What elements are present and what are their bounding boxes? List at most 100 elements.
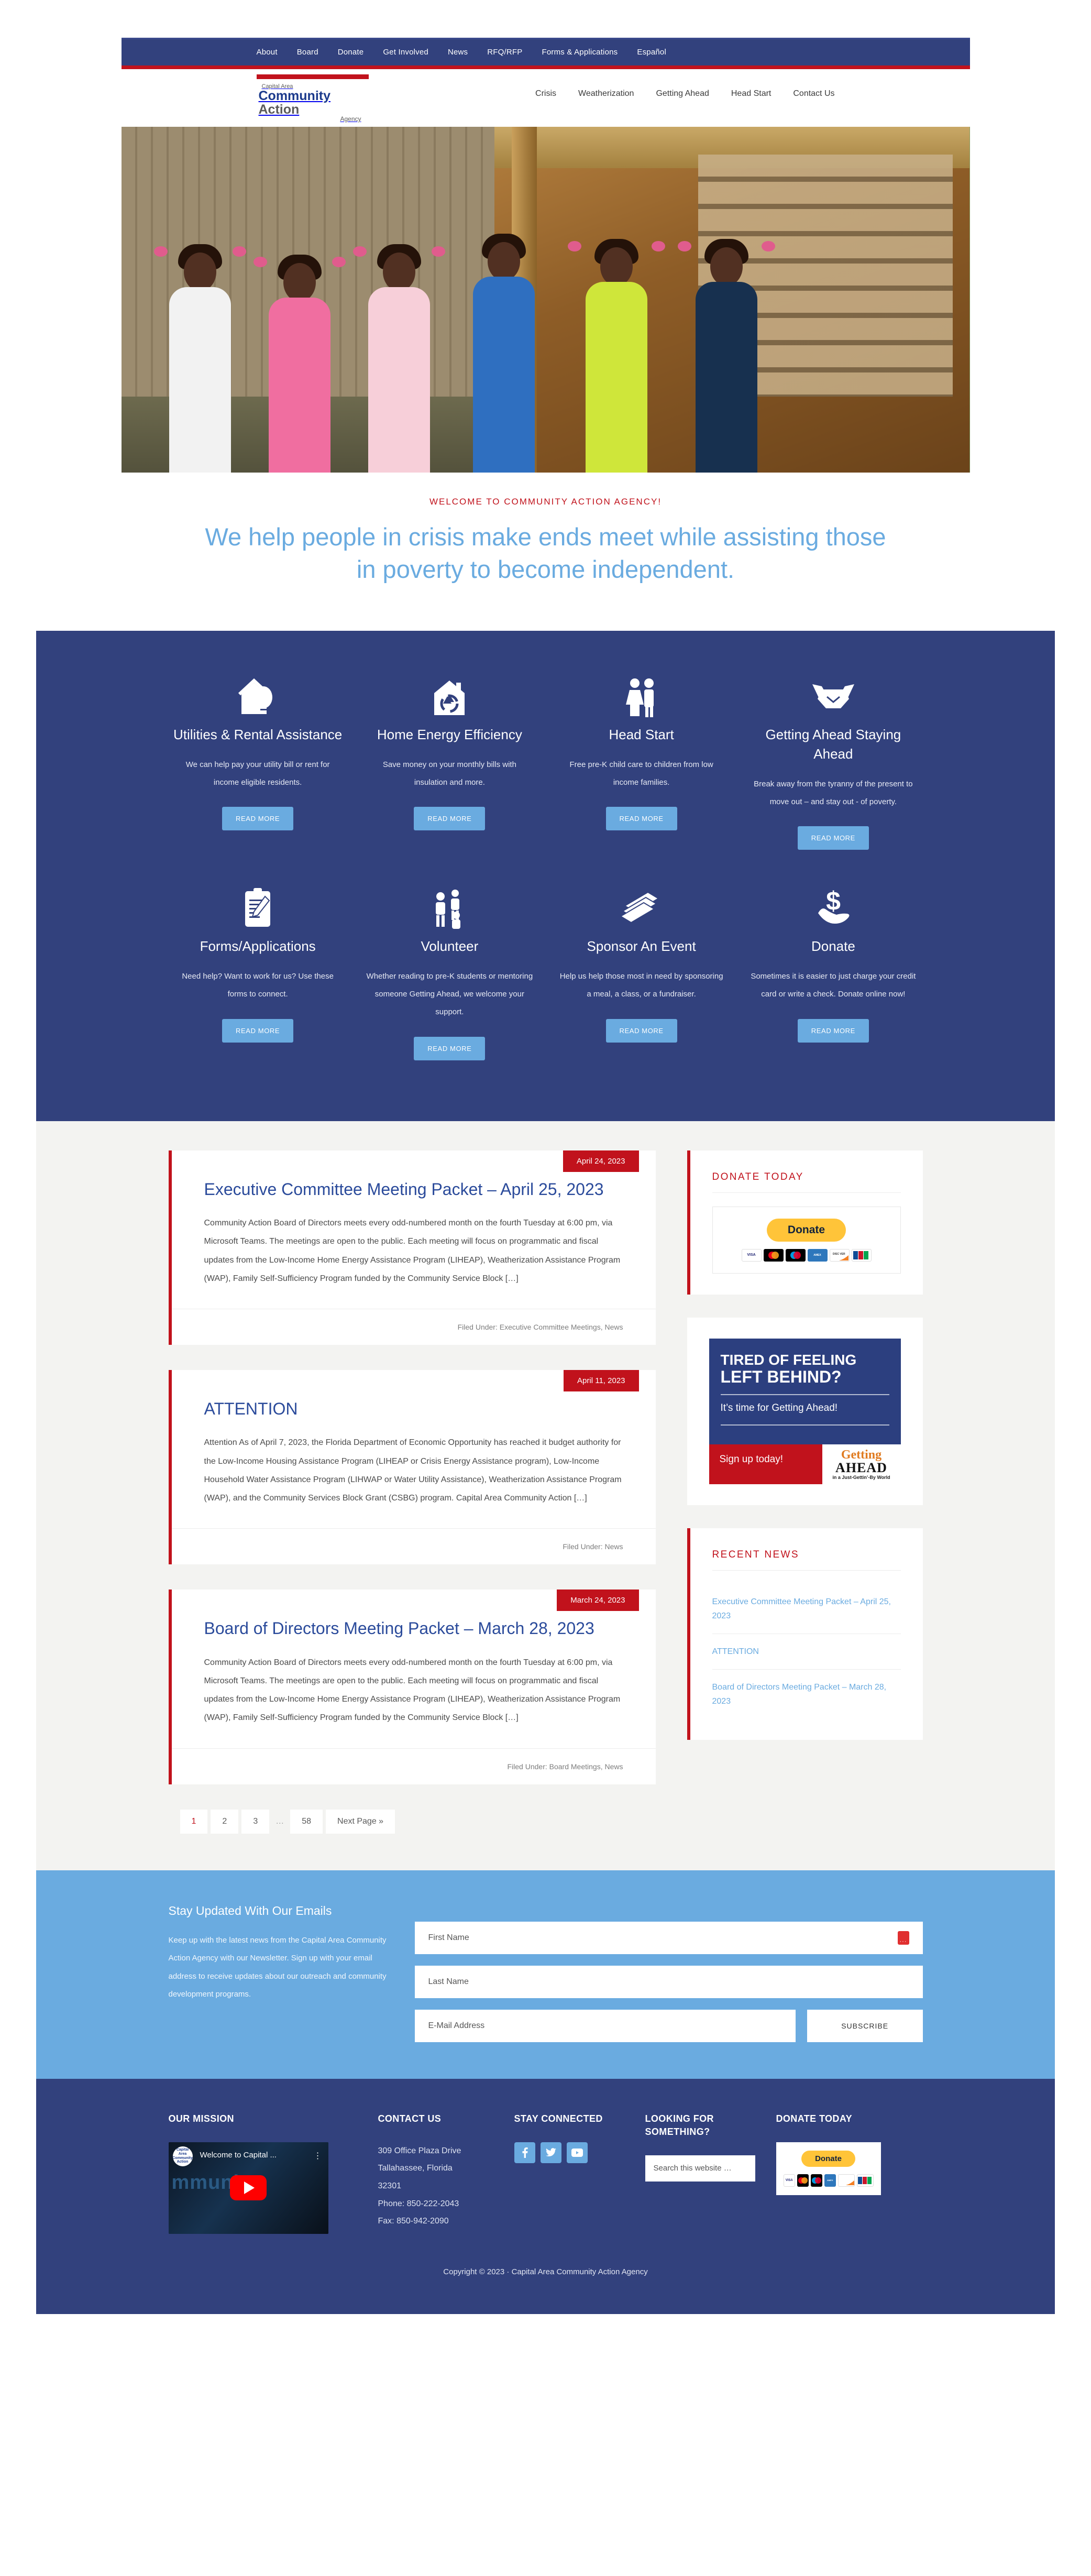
post-filed-under: Filed Under: News <box>171 1528 656 1564</box>
recent-news-link[interactable]: ATTENTION <box>712 1647 759 1656</box>
service-card-home-energy-efficiency[interactable]: Home Energy Efficiency Save money on you… <box>354 668 545 850</box>
service-read-more-button[interactable]: READ MORE <box>222 1018 294 1043</box>
mainnav-item-contact-us[interactable]: Contact Us <box>793 89 834 98</box>
topbar-link-about[interactable]: About <box>257 48 278 57</box>
widget-title-recent-news: RECENT NEWS <box>712 1549 901 1571</box>
contact-address-line-2: Tallahassee, Florida <box>378 2164 453 2173</box>
posts-list: April 24, 2023 Executive Committee Meeti… <box>168 1150 656 1834</box>
service-card-utilities-rental-assistance[interactable]: Utilities & Rental Assistance We can hel… <box>162 668 354 850</box>
recent-news-item[interactable]: ATTENTION <box>712 1634 901 1670</box>
email-input[interactable] <box>414 2009 796 2042</box>
post-title-link[interactable]: Board of Directors Meeting Packet – Marc… <box>204 1618 623 1640</box>
recent-news-item[interactable]: Executive Committee Meeting Packet – Apr… <box>712 1584 901 1634</box>
mainnav-list: Crisis Weatherization Getting Ahead Head… <box>513 89 834 98</box>
tickets-icon <box>557 880 726 937</box>
mainnav-link-getting-ahead[interactable]: Getting Ahead <box>656 89 709 98</box>
topbar-item-board[interactable]: Board <box>297 48 318 57</box>
service-title: Volunteer <box>421 938 479 955</box>
post-title-link[interactable]: Executive Committee Meeting Packet – Apr… <box>204 1179 623 1201</box>
first-name-input[interactable] <box>414 1921 923 1954</box>
youtube-video-embed[interactable]: mmunity Capital Area Community Action Welc… <box>168 2142 328 2234</box>
recent-news-item[interactable]: Board of Directors Meeting Packet – Marc… <box>712 1670 901 1719</box>
footer-donate-button[interactable]: Donate <box>801 2150 855 2167</box>
topbar-link-espanol[interactable]: Español <box>637 48 666 57</box>
search-input[interactable] <box>645 2155 755 2182</box>
topbar-item-get-involved[interactable]: Get Involved <box>383 48 428 57</box>
service-title: Sponsor An Event <box>587 938 696 955</box>
mainnav-link-crisis[interactable]: Crisis <box>535 89 556 98</box>
topbar-item-about[interactable]: About <box>257 48 278 57</box>
paypal-donate-button[interactable]: Donate <box>766 1218 846 1242</box>
service-read-more-button[interactable]: READ MORE <box>797 1018 869 1043</box>
service-read-more-button[interactable]: READ MORE <box>605 1018 677 1043</box>
services-section: Utilities & Rental Assistance We can hel… <box>36 631 1055 1121</box>
secondary-navigation: About Board Donate Get Involved News RFQ… <box>121 38 970 69</box>
topbar-item-forms[interactable]: Forms & Applications <box>542 48 618 57</box>
service-card-sponsor-an-event[interactable]: Sponsor An Event Help us help those most… <box>546 880 737 1060</box>
post-title-link[interactable]: ATTENTION <box>204 1398 623 1420</box>
service-card-donate[interactable]: $ Donate Sometimes it is easier to just … <box>737 880 929 1060</box>
getting-ahead-banner[interactable]: TIRED OF FEELING LEFT BEHIND? It’s time … <box>709 1338 901 1484</box>
maestro-card-icon <box>810 2174 822 2187</box>
last-name-input[interactable] <box>414 1965 923 1998</box>
youtube-icon[interactable] <box>566 2142 588 2163</box>
service-card-volunteer[interactable]: Volunteer Whether reading to pre-K stude… <box>354 880 545 1060</box>
recent-news-link[interactable]: Board of Directors Meeting Packet – Marc… <box>712 1683 887 1706</box>
people-group-icon <box>365 880 534 937</box>
topbar-link-news[interactable]: News <box>448 48 468 57</box>
play-button-icon[interactable] <box>230 2175 267 2201</box>
footer-column-donate: DONATE TODAY Donate VISA AMEX <box>776 2112 912 2234</box>
service-title: Head Start <box>609 727 674 743</box>
house-recycle-icon <box>365 668 534 725</box>
footer-title-search: LOOKING FOR SOMETHING? <box>645 2113 714 2137</box>
pagination-next-page[interactable]: Next Page » <box>326 1809 395 1834</box>
topbar-item-espanol[interactable]: Español <box>637 48 666 57</box>
mainnav-link-weatherization[interactable]: Weatherization <box>578 89 634 98</box>
facebook-icon[interactable] <box>514 2142 535 2163</box>
mastercard-card-icon <box>797 2174 809 2187</box>
ga-line-1: TIRED OF FEELING <box>720 1351 857 1368</box>
pagination-page-1[interactable]: 1 <box>180 1809 208 1834</box>
footer-title-contact: CONTACT US <box>378 2113 442 2124</box>
site-logo[interactable]: Capital Area Community Action Agency <box>256 69 369 123</box>
more-options-icon[interactable]: ⋮ <box>314 2151 322 2161</box>
pagination-page-2[interactable]: 2 <box>211 1809 239 1834</box>
mainnav-item-head-start[interactable]: Head Start <box>731 89 771 98</box>
widget-getting-ahead-banner[interactable]: TIRED OF FEELING LEFT BEHIND? It’s time … <box>687 1317 923 1505</box>
service-read-more-button[interactable]: READ MORE <box>414 1036 486 1060</box>
mainnav-link-contact-us[interactable]: Contact Us <box>793 89 834 98</box>
mainnav-item-weatherization[interactable]: Weatherization <box>578 89 634 98</box>
mainnav-link-head-start[interactable]: Head Start <box>731 89 771 98</box>
logo-word-community: Community <box>258 89 331 103</box>
paypal-donate-box: Donate VISA AMEX DISC VER <box>712 1206 901 1274</box>
recent-news-link[interactable]: Executive Committee Meeting Packet – Apr… <box>712 1597 891 1620</box>
topbar-link-forms[interactable]: Forms & Applications <box>542 48 618 57</box>
ga-sign-up-button[interactable]: Sign up today! <box>709 1444 822 1484</box>
topbar-link-donate[interactable]: Donate <box>338 48 364 57</box>
service-card-getting-ahead-staying-ahead[interactable]: Getting Ahead Staying Ahead Break away f… <box>737 668 929 850</box>
post-body: Board of Directors Meeting Packet – Marc… <box>172 1590 656 1748</box>
service-card-head-start[interactable]: Head Start Free pre-K child care to chil… <box>546 668 737 850</box>
amex-card-icon: AMEX <box>807 1248 828 1262</box>
post-title-text: ATTENTION <box>204 1399 298 1418</box>
topbar-link-rfq[interactable]: RFQ/RFP <box>487 48 522 57</box>
topbar-item-donate[interactable]: Donate <box>338 48 364 57</box>
ga-logo-getting: Getting <box>841 1448 882 1462</box>
ga-line-3: It’s time for Getting Ahead! <box>720 1402 838 1413</box>
service-title: Utilities & Rental Assistance <box>173 727 343 743</box>
service-read-more-button[interactable]: READ MORE <box>605 807 677 831</box>
topbar-item-rfq[interactable]: RFQ/RFP <box>487 48 522 57</box>
mainnav-item-crisis[interactable]: Crisis <box>535 89 556 98</box>
pagination-page-3[interactable]: 3 <box>241 1809 270 1834</box>
twitter-icon[interactable] <box>540 2142 561 2163</box>
topbar-item-news[interactable]: News <box>448 48 468 57</box>
mainnav-item-getting-ahead[interactable]: Getting Ahead <box>656 89 709 98</box>
subscribe-button[interactable]: SUBSCRIBE <box>807 2009 923 2042</box>
service-read-more-button[interactable]: READ MORE <box>222 807 294 831</box>
topbar-link-get-involved[interactable]: Get Involved <box>383 48 428 57</box>
pagination-page-last[interactable]: 58 <box>290 1809 323 1834</box>
service-read-more-button[interactable]: READ MORE <box>797 826 869 850</box>
topbar-link-board[interactable]: Board <box>297 48 318 57</box>
service-card-forms-applications[interactable]: Forms/Applications Need help? Want to wo… <box>162 880 354 1060</box>
service-read-more-button[interactable]: READ MORE <box>414 807 486 831</box>
